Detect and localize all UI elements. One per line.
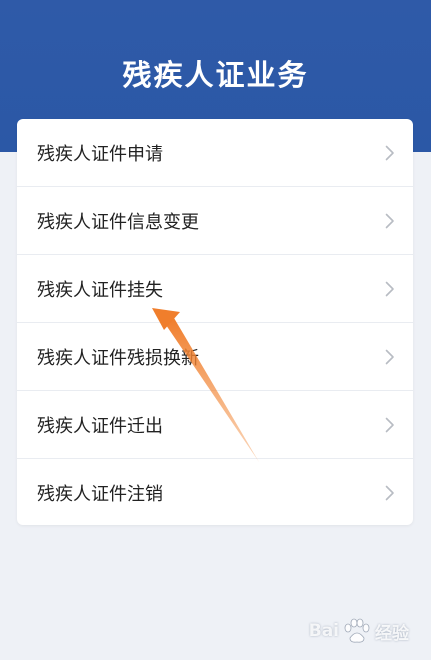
watermark-right: 经验 (375, 623, 409, 644)
menu-item-label: 残疾人证件信息变更 (37, 211, 199, 233)
menu-item-move-out[interactable]: 残疾人证件迁出 (17, 391, 413, 459)
paw-logo-icon (344, 618, 370, 643)
menu-card: 残疾人证件申请 残疾人证件信息变更 残疾人证件挂失 残疾人证件残损换新 残疾人证… (17, 119, 413, 525)
chevron-right-icon (385, 349, 394, 364)
menu-item-label: 残疾人证件申请 (37, 143, 163, 165)
menu-item-report-loss[interactable]: 残疾人证件挂失 (17, 255, 413, 323)
menu-item-label: 残疾人证件挂失 (37, 279, 163, 301)
chevron-right-icon (385, 213, 394, 228)
watermark-left: Bai (308, 621, 339, 641)
chevron-right-icon (385, 145, 394, 160)
chevron-right-icon (385, 417, 394, 432)
menu-item-apply[interactable]: 残疾人证件申请 (17, 119, 413, 187)
menu-item-replace-damaged[interactable]: 残疾人证件残损换新 (17, 323, 413, 391)
menu-item-info-change[interactable]: 残疾人证件信息变更 (17, 187, 413, 255)
menu-item-label: 残疾人证件迁出 (37, 415, 163, 437)
page-title: 残疾人证业务 (122, 58, 309, 92)
chevron-right-icon (385, 485, 394, 500)
menu-item-cancel[interactable]: 残疾人证件注销 (17, 459, 413, 525)
menu-item-label: 残疾人证件注销 (37, 483, 163, 505)
chevron-right-icon (385, 281, 394, 296)
menu-item-label: 残疾人证件残损换新 (37, 347, 199, 369)
watermark: Bai 经验 (309, 618, 409, 644)
